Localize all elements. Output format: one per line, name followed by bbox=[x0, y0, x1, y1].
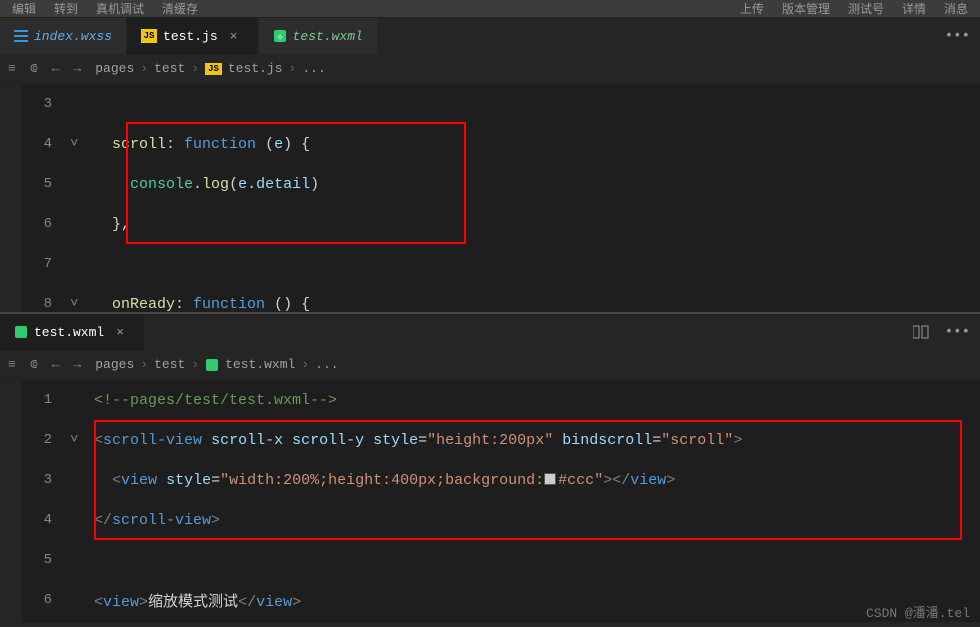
watermark: CSDN @潘潘.tel bbox=[866, 602, 970, 621]
wxml-icon bbox=[205, 358, 219, 372]
nav-fwd-icon[interactable]: → bbox=[73, 357, 81, 372]
menu-test[interactable]: 测试号 bbox=[848, 0, 884, 17]
menu-icon[interactable]: ≡ bbox=[8, 61, 16, 76]
menu-goto[interactable]: 转到 bbox=[54, 0, 78, 17]
menu-edit[interactable]: 编辑 bbox=[12, 0, 36, 17]
editor-top[interactable]: 3 4 ˅ scroll: function (e) { 5 console.l… bbox=[0, 84, 980, 312]
breadcrumb[interactable]: pages › test › test.wxml › ... bbox=[95, 357, 338, 372]
crumb[interactable]: test.js bbox=[228, 61, 283, 76]
line-number: 4 bbox=[0, 512, 70, 528]
menu-bar: 编辑 转到 真机调试 清缓存 上传 版本管理 测试号 详情 消息 bbox=[0, 0, 980, 18]
chevron-right-icon: › bbox=[191, 357, 199, 372]
code-line: <view style="width:200%;height:400px;bac… bbox=[90, 472, 675, 489]
chevron-right-icon: › bbox=[301, 357, 309, 372]
line-number: 6 bbox=[0, 216, 70, 232]
fold-down-icon[interactable]: ˅ bbox=[70, 432, 90, 448]
tab-bar-bottom: test.wxml × ••• bbox=[0, 314, 980, 350]
line-number: 8 bbox=[0, 296, 70, 312]
code-line: <scroll-view scroll-x scroll-y style="he… bbox=[90, 432, 742, 449]
bookmark-icon[interactable]: ⟃ bbox=[30, 61, 38, 76]
more-icon[interactable]: ••• bbox=[945, 324, 970, 340]
chevron-right-icon: › bbox=[191, 61, 199, 76]
tab-label: test.wxml bbox=[34, 325, 104, 340]
crumb[interactable]: ... bbox=[302, 61, 325, 76]
code-line: <view>缩放模式测试</view> bbox=[90, 590, 301, 611]
line-number: 2 bbox=[0, 432, 70, 448]
nav-back-icon[interactable]: ← bbox=[52, 61, 60, 76]
tab-index-wxss[interactable]: index.wxss bbox=[0, 18, 127, 54]
js-icon: JS bbox=[205, 63, 222, 75]
tab-label: index.wxss bbox=[34, 29, 112, 44]
editor-bottom[interactable]: 1 <!--pages/test/test.wxml--> 2 ˅ <scrol… bbox=[0, 380, 980, 622]
line-number: 4 bbox=[0, 136, 70, 152]
nav-fwd-icon[interactable]: → bbox=[73, 61, 81, 76]
menu-debug[interactable]: 真机调试 bbox=[96, 0, 144, 17]
crumb[interactable]: test.wxml bbox=[225, 357, 295, 372]
tab-test-wxml-bottom[interactable]: test.wxml × bbox=[0, 314, 145, 350]
js-icon: JS bbox=[141, 29, 157, 43]
chevron-right-icon: › bbox=[289, 61, 297, 76]
menu-upload[interactable]: 上传 bbox=[740, 0, 764, 17]
split-icon[interactable] bbox=[913, 325, 929, 339]
crumb[interactable]: pages bbox=[95, 61, 134, 76]
chevron-right-icon: › bbox=[140, 357, 148, 372]
svg-text:◇: ◇ bbox=[277, 33, 282, 42]
code-line: onReady: function () { bbox=[90, 296, 310, 313]
wxml-icon: ◇ bbox=[273, 29, 287, 43]
menu-msg[interactable]: 消息 bbox=[944, 0, 968, 17]
menu-detail[interactable]: 详情 bbox=[902, 0, 926, 17]
nav-back-icon[interactable]: ← bbox=[52, 357, 60, 372]
close-icon[interactable]: × bbox=[230, 29, 244, 44]
wxss-icon bbox=[14, 29, 28, 43]
wxml-icon bbox=[14, 325, 28, 339]
tab-overflow-icon[interactable]: ••• bbox=[945, 18, 970, 54]
code-line: console.log(e.detail) bbox=[90, 176, 319, 193]
editor-toolbar-top: ≡ ⟃ ← → pages › test › JS test.js › ... bbox=[0, 54, 980, 84]
color-swatch bbox=[544, 473, 556, 485]
line-number: 3 bbox=[0, 96, 70, 112]
crumb[interactable]: pages bbox=[95, 357, 134, 372]
code-line: </scroll-view> bbox=[90, 512, 220, 529]
line-number: 5 bbox=[0, 552, 70, 568]
tab-test-wxml[interactable]: ◇ test.wxml bbox=[259, 18, 378, 54]
code-line: scroll: function (e) { bbox=[90, 136, 310, 153]
tab-test-js[interactable]: JS test.js × bbox=[127, 18, 259, 54]
line-number: 7 bbox=[0, 256, 70, 272]
fold-down-icon[interactable]: ˅ bbox=[70, 136, 90, 152]
menu-icon[interactable]: ≡ bbox=[8, 357, 16, 372]
tab-bar-top: index.wxss JS test.js × ◇ test.wxml ••• bbox=[0, 18, 980, 54]
code-line: }, bbox=[90, 216, 130, 233]
code-line: <!--pages/test/test.wxml--> bbox=[90, 392, 337, 409]
line-number: 5 bbox=[0, 176, 70, 192]
menu-cache[interactable]: 清缓存 bbox=[162, 0, 198, 17]
tab-label: test.wxml bbox=[293, 29, 363, 44]
breadcrumb[interactable]: pages › test › JS test.js › ... bbox=[95, 61, 326, 76]
bookmark-icon[interactable]: ⟃ bbox=[30, 357, 38, 372]
line-number: 6 bbox=[0, 592, 70, 608]
crumb[interactable]: test bbox=[154, 357, 185, 372]
tab-label: test.js bbox=[163, 29, 218, 44]
editor-toolbar-bottom: ≡ ⟃ ← → pages › test › test.wxml › ... bbox=[0, 350, 980, 380]
chevron-right-icon: › bbox=[140, 61, 148, 76]
close-icon[interactable]: × bbox=[116, 325, 130, 340]
crumb[interactable]: ... bbox=[315, 357, 338, 372]
fold-down-icon[interactable]: ˅ bbox=[70, 296, 90, 312]
line-number: 1 bbox=[0, 392, 70, 408]
menu-version[interactable]: 版本管理 bbox=[782, 0, 830, 17]
crumb[interactable]: test bbox=[154, 61, 185, 76]
line-number: 3 bbox=[0, 472, 70, 488]
